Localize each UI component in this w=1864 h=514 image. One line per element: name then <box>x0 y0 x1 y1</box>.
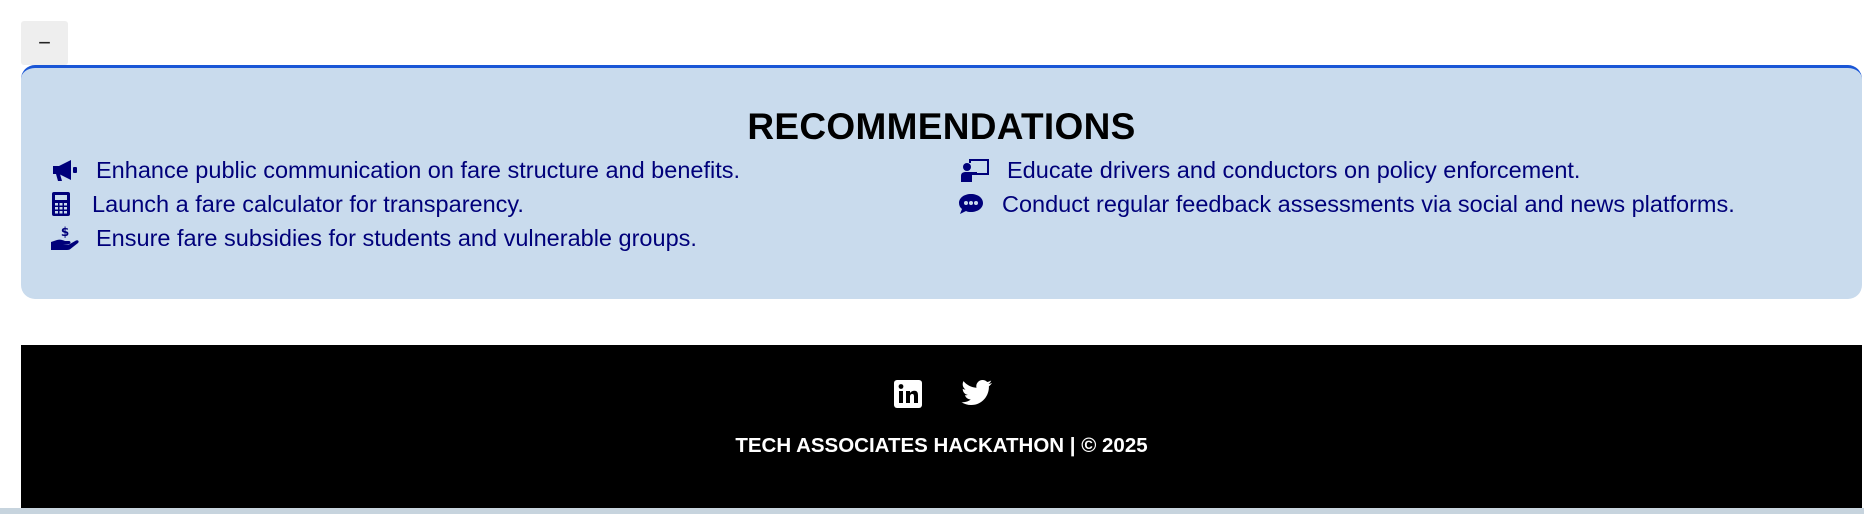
recommendation-text: Educate drivers and conductors on policy… <box>1007 156 1581 183</box>
window-bottom-edge <box>0 508 1864 514</box>
recommendation-item: $ Ensure fare subsidies for students and… <box>50 224 697 252</box>
megaphone-icon <box>50 156 80 184</box>
hand-holding-dollar-icon: $ <box>50 224 80 252</box>
social-links <box>21 379 1862 409</box>
comment-dots-icon <box>956 190 986 218</box>
svg-text:$: $ <box>61 225 69 239</box>
linkedin-icon <box>893 380 922 408</box>
footer-copyright: TECH ASSOCIATES HACKATHON | © 2025 <box>735 434 1148 457</box>
recommendation-item: Enhance public communication on fare str… <box>50 156 740 184</box>
calculator-icon <box>46 190 76 218</box>
recommendation-text: Launch a fare calculator for transparenc… <box>92 190 524 217</box>
recommendation-item: Launch a fare calculator for transparenc… <box>46 190 524 218</box>
twitter-link[interactable] <box>960 379 992 409</box>
linkedin-link[interactable] <box>893 379 923 409</box>
page-footer: TECH ASSOCIATES HACKATHON | © 2025 <box>21 345 1862 508</box>
recommendation-text: Conduct regular feedback assessments via… <box>1002 190 1735 217</box>
recommendations-panel: RECOMMENDATIONS Enhance public communica… <box>21 65 1862 299</box>
chalkboard-teacher-icon <box>961 156 991 184</box>
recommendation-text: Ensure fare subsidies for students and v… <box>96 224 697 251</box>
recommendation-item: Conduct regular feedback assessments via… <box>956 190 1735 218</box>
recommendation-item: Educate drivers and conductors on policy… <box>961 156 1580 184</box>
collapse-button[interactable]: − <box>21 21 68 65</box>
recommendation-text: Enhance public communication on fare str… <box>96 156 741 183</box>
twitter-icon <box>960 380 992 405</box>
recommendations-title: RECOMMENDATIONS <box>747 106 1136 147</box>
